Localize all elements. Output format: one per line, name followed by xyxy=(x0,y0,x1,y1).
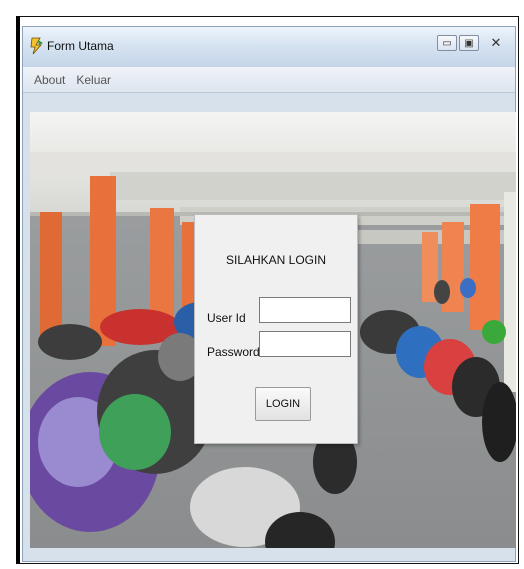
user-id-input[interactable] xyxy=(259,297,351,323)
maximize-button[interactable]: ▣ xyxy=(459,35,479,51)
user-id-label: User Id xyxy=(207,311,246,325)
login-button[interactable]: LOGIN xyxy=(255,387,311,421)
maximize-icon: ▣ xyxy=(464,37,474,49)
password-input[interactable] xyxy=(259,331,351,357)
login-title: SILAHKAN LOGIN xyxy=(225,253,327,267)
title-bar[interactable]: Form Utama ▭ ▣ ✕ xyxy=(23,27,515,67)
close-button[interactable]: ✕ xyxy=(481,35,511,51)
login-panel: SILAHKAN LOGIN User Id Password LOGIN xyxy=(194,214,358,444)
minimize-button[interactable]: ▭ xyxy=(437,35,457,51)
minimize-icon: ▭ xyxy=(442,37,452,49)
window-title: Form Utama xyxy=(47,39,114,53)
close-icon: ✕ xyxy=(490,35,502,50)
menu-bar: About Keluar xyxy=(23,67,515,93)
app-logo-icon xyxy=(30,37,43,55)
menu-item-about[interactable]: About xyxy=(33,71,66,89)
menu-item-keluar[interactable]: Keluar xyxy=(75,71,112,89)
password-label: Password xyxy=(207,345,260,359)
